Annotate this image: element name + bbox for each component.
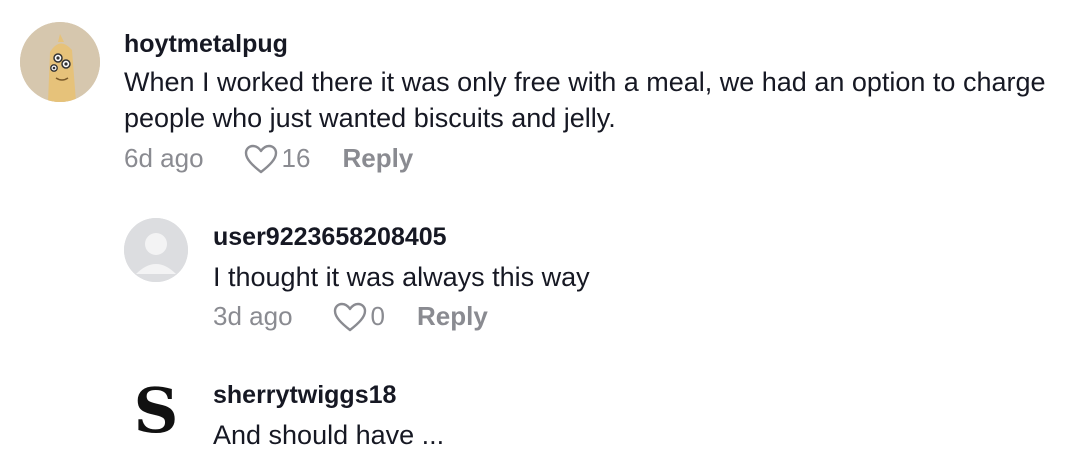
- comment-timestamp: 6d ago: [124, 143, 204, 173]
- like-button[interactable]: 16: [244, 143, 311, 174]
- comment-text: When I worked there it was only free wit…: [124, 67, 1046, 133]
- comment-meta: 3d ago 0 Reply: [213, 301, 488, 332]
- comment-timestamp: 3d ago: [213, 301, 293, 331]
- reply-button[interactable]: Reply: [417, 301, 488, 332]
- comment-text: And should have ...: [213, 420, 445, 450]
- reply-button[interactable]: Reply: [342, 143, 413, 174]
- avatar[interactable]: [124, 218, 188, 282]
- avatar[interactable]: [20, 22, 100, 102]
- comment-text: I thought it was always this way: [213, 262, 590, 292]
- like-button[interactable]: 0: [333, 301, 385, 332]
- heart-outline-icon: [333, 302, 366, 331]
- comment-username[interactable]: sherrytwiggs18: [213, 380, 396, 410]
- avatar[interactable]: S: [124, 376, 188, 440]
- like-count: 16: [281, 143, 311, 173]
- letter-s-logo-avatar-icon: S: [124, 376, 188, 440]
- pug-character-avatar-icon: [20, 22, 100, 102]
- avatar-letter: S: [134, 376, 179, 440]
- like-count: 0: [370, 301, 385, 331]
- comment-username[interactable]: user9223658208405: [213, 222, 447, 252]
- heart-outline-icon: [244, 144, 277, 173]
- comment-meta: 6d ago 16 Reply: [124, 143, 413, 174]
- comment-username[interactable]: hoytmetalpug: [124, 29, 288, 59]
- default-user-avatar-icon: [124, 218, 188, 282]
